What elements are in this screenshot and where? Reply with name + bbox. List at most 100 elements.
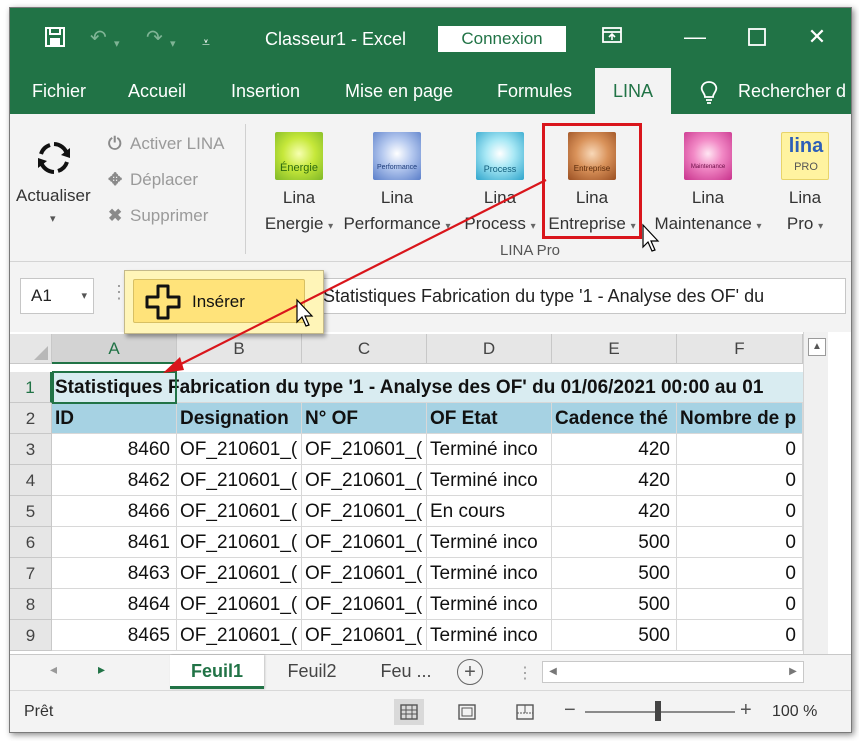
add-sheet-icon[interactable]: + xyxy=(457,659,483,685)
cell-id[interactable]: 8464 xyxy=(52,589,177,620)
cell-cadence[interactable]: 500 xyxy=(552,527,677,558)
header-cell-id[interactable]: ID xyxy=(52,403,177,434)
cell-numero-of[interactable]: OF_210601_( xyxy=(302,527,427,558)
cell-designation[interactable]: OF_210601_( xyxy=(177,558,302,589)
header-cell-nombre[interactable]: Nombre de p xyxy=(677,403,803,434)
cell-cadence[interactable]: 420 xyxy=(552,434,677,465)
sheet-tab-more[interactable]: Feu ... xyxy=(366,655,446,689)
zoom-out-icon[interactable]: − xyxy=(564,699,576,722)
page-break-view-icon[interactable] xyxy=(510,699,540,725)
header-cell-cadence[interactable]: Cadence thé xyxy=(552,403,677,434)
cell-cadence[interactable]: 420 xyxy=(552,496,677,527)
cell-nombre[interactable]: 0 xyxy=(677,558,803,589)
save-icon[interactable] xyxy=(44,26,66,54)
cell-nombre[interactable]: 0 xyxy=(677,434,803,465)
undo-icon[interactable]: ↶ xyxy=(90,26,107,50)
signin-button[interactable]: Connexion xyxy=(438,26,566,52)
tab-lina[interactable]: LINA xyxy=(595,68,671,114)
customize-toolbar-icon[interactable]: ⩡ xyxy=(202,30,210,54)
select-all-corner[interactable] xyxy=(10,334,52,364)
cell-id[interactable]: 8460 xyxy=(52,434,177,465)
row-header[interactable]: 2 xyxy=(10,403,52,434)
zoom-slider-thumb[interactable] xyxy=(655,701,661,721)
cell-numero-of[interactable]: OF_210601_( xyxy=(302,434,427,465)
cell-numero-of[interactable]: OF_210601_( xyxy=(302,589,427,620)
cell-cadence[interactable]: 500 xyxy=(552,620,677,651)
scroll-split-grip-icon[interactable]: ⋮ xyxy=(517,663,533,683)
cell-id[interactable]: 8462 xyxy=(52,465,177,496)
sheet-prev-icon[interactable]: ◂ xyxy=(50,661,57,678)
cell-numero-of[interactable]: OF_210601_( xyxy=(302,558,427,589)
cell-id[interactable]: 8466 xyxy=(52,496,177,527)
tab-fichier[interactable]: Fichier xyxy=(32,68,86,114)
lina-process-button[interactable]: Process Lina Process ▾ xyxy=(456,126,544,238)
sheet-next-icon[interactable]: ▸ xyxy=(98,661,105,678)
activer-lina-button[interactable]: ⏻ Activer LINA xyxy=(108,134,224,154)
lina-maintenance-button[interactable]: Maintenance Lina Maintenance ▾ xyxy=(646,126,770,238)
tab-formules[interactable]: Formules xyxy=(497,68,572,114)
cell-nombre[interactable]: 0 xyxy=(677,465,803,496)
cell-designation[interactable]: OF_210601_( xyxy=(177,465,302,496)
tab-accueil[interactable]: Accueil xyxy=(128,68,186,114)
row-header[interactable]: 6 xyxy=(10,527,52,558)
deplacer-button[interactable]: ✥ Déplacer xyxy=(108,170,198,190)
header-cell-of-etat[interactable]: OF Etat xyxy=(427,403,552,434)
row-header[interactable]: 5 xyxy=(10,496,52,527)
cell-designation[interactable]: OF_210601_( xyxy=(177,589,302,620)
formula-input[interactable]: Statistiques Fabrication du type '1 - An… xyxy=(250,278,846,314)
cell-nombre[interactable]: 0 xyxy=(677,527,803,558)
cell-cadence[interactable]: 500 xyxy=(552,558,677,589)
cell-designation[interactable]: OF_210601_( xyxy=(177,496,302,527)
row-header[interactable]: 9 xyxy=(10,620,52,651)
cell-numero-of[interactable]: OF_210601_( xyxy=(302,620,427,651)
tab-insertion[interactable]: Insertion xyxy=(231,68,300,114)
lightbulb-icon[interactable] xyxy=(698,80,720,104)
row-header[interactable]: 7 xyxy=(10,558,52,589)
column-header-f[interactable]: F xyxy=(677,334,803,364)
cell-of-etat[interactable]: Terminé inco xyxy=(427,434,552,465)
sheet-tab-feuil2[interactable]: Feuil2 xyxy=(272,655,352,689)
cell-of-etat[interactable]: Terminé inco xyxy=(427,558,552,589)
page-layout-view-icon[interactable] xyxy=(452,699,482,725)
vertical-scrollbar[interactable]: ▲ xyxy=(803,332,828,654)
scroll-up-icon[interactable]: ▲ xyxy=(808,338,826,356)
name-box[interactable]: A1 ▾ xyxy=(20,278,94,314)
cell-numero-of[interactable]: OF_210601_( xyxy=(302,465,427,496)
minimize-icon[interactable]: — xyxy=(680,22,710,52)
horizontal-scrollbar[interactable]: ◀ ▶ xyxy=(542,661,804,683)
row-header[interactable]: 4 xyxy=(10,465,52,496)
row-header[interactable]: 3 xyxy=(10,434,52,465)
row-header[interactable]: 1 xyxy=(10,372,52,403)
normal-view-icon[interactable] xyxy=(394,699,424,725)
name-box-dropdown-icon[interactable]: ▾ xyxy=(81,279,87,313)
cell-nombre[interactable]: 0 xyxy=(677,589,803,620)
refresh-button[interactable]: Actualiser ▾ xyxy=(10,128,102,238)
scroll-left-icon[interactable]: ◀ xyxy=(545,664,561,680)
cell-of-etat[interactable]: Terminé inco xyxy=(427,620,552,651)
column-header-d[interactable]: D xyxy=(427,334,552,364)
lina-pro-button[interactable]: lina PRO Lina Pro ▾ xyxy=(772,126,838,238)
maximize-icon[interactable] xyxy=(742,22,772,52)
column-header-b[interactable]: B xyxy=(177,334,302,364)
cell-id[interactable]: 8461 xyxy=(52,527,177,558)
cell-nombre[interactable]: 0 xyxy=(677,496,803,527)
tab-mise-en-page[interactable]: Mise en page xyxy=(345,68,453,114)
undo-dropdown-icon[interactable]: ▾ xyxy=(114,32,120,56)
sheet-tab-feuil1[interactable]: Feuil1 xyxy=(170,655,264,689)
cell-designation[interactable]: OF_210601_( xyxy=(177,527,302,558)
close-icon[interactable]: ✕ xyxy=(802,22,832,52)
cell-cadence[interactable]: 420 xyxy=(552,465,677,496)
ribbon-display-icon[interactable] xyxy=(600,24,624,50)
cell-of-etat[interactable]: En cours xyxy=(427,496,552,527)
cell-designation[interactable]: OF_210601_( xyxy=(177,434,302,465)
tell-me-search[interactable]: Rechercher d xyxy=(738,68,846,114)
lina-performance-button[interactable]: Performance Lina Performance ▾ xyxy=(338,126,456,238)
cell-designation[interactable]: OF_210601_( xyxy=(177,620,302,651)
cell-id[interactable]: 8465 xyxy=(52,620,177,651)
cell-numero-of[interactable]: OF_210601_( xyxy=(302,496,427,527)
row-header[interactable]: 8 xyxy=(10,589,52,620)
scroll-right-icon[interactable]: ▶ xyxy=(785,664,801,680)
zoom-in-icon[interactable]: + xyxy=(740,699,752,722)
column-header-a[interactable]: A xyxy=(52,334,177,364)
supprimer-button[interactable]: ✖ Supprimer xyxy=(108,206,208,226)
